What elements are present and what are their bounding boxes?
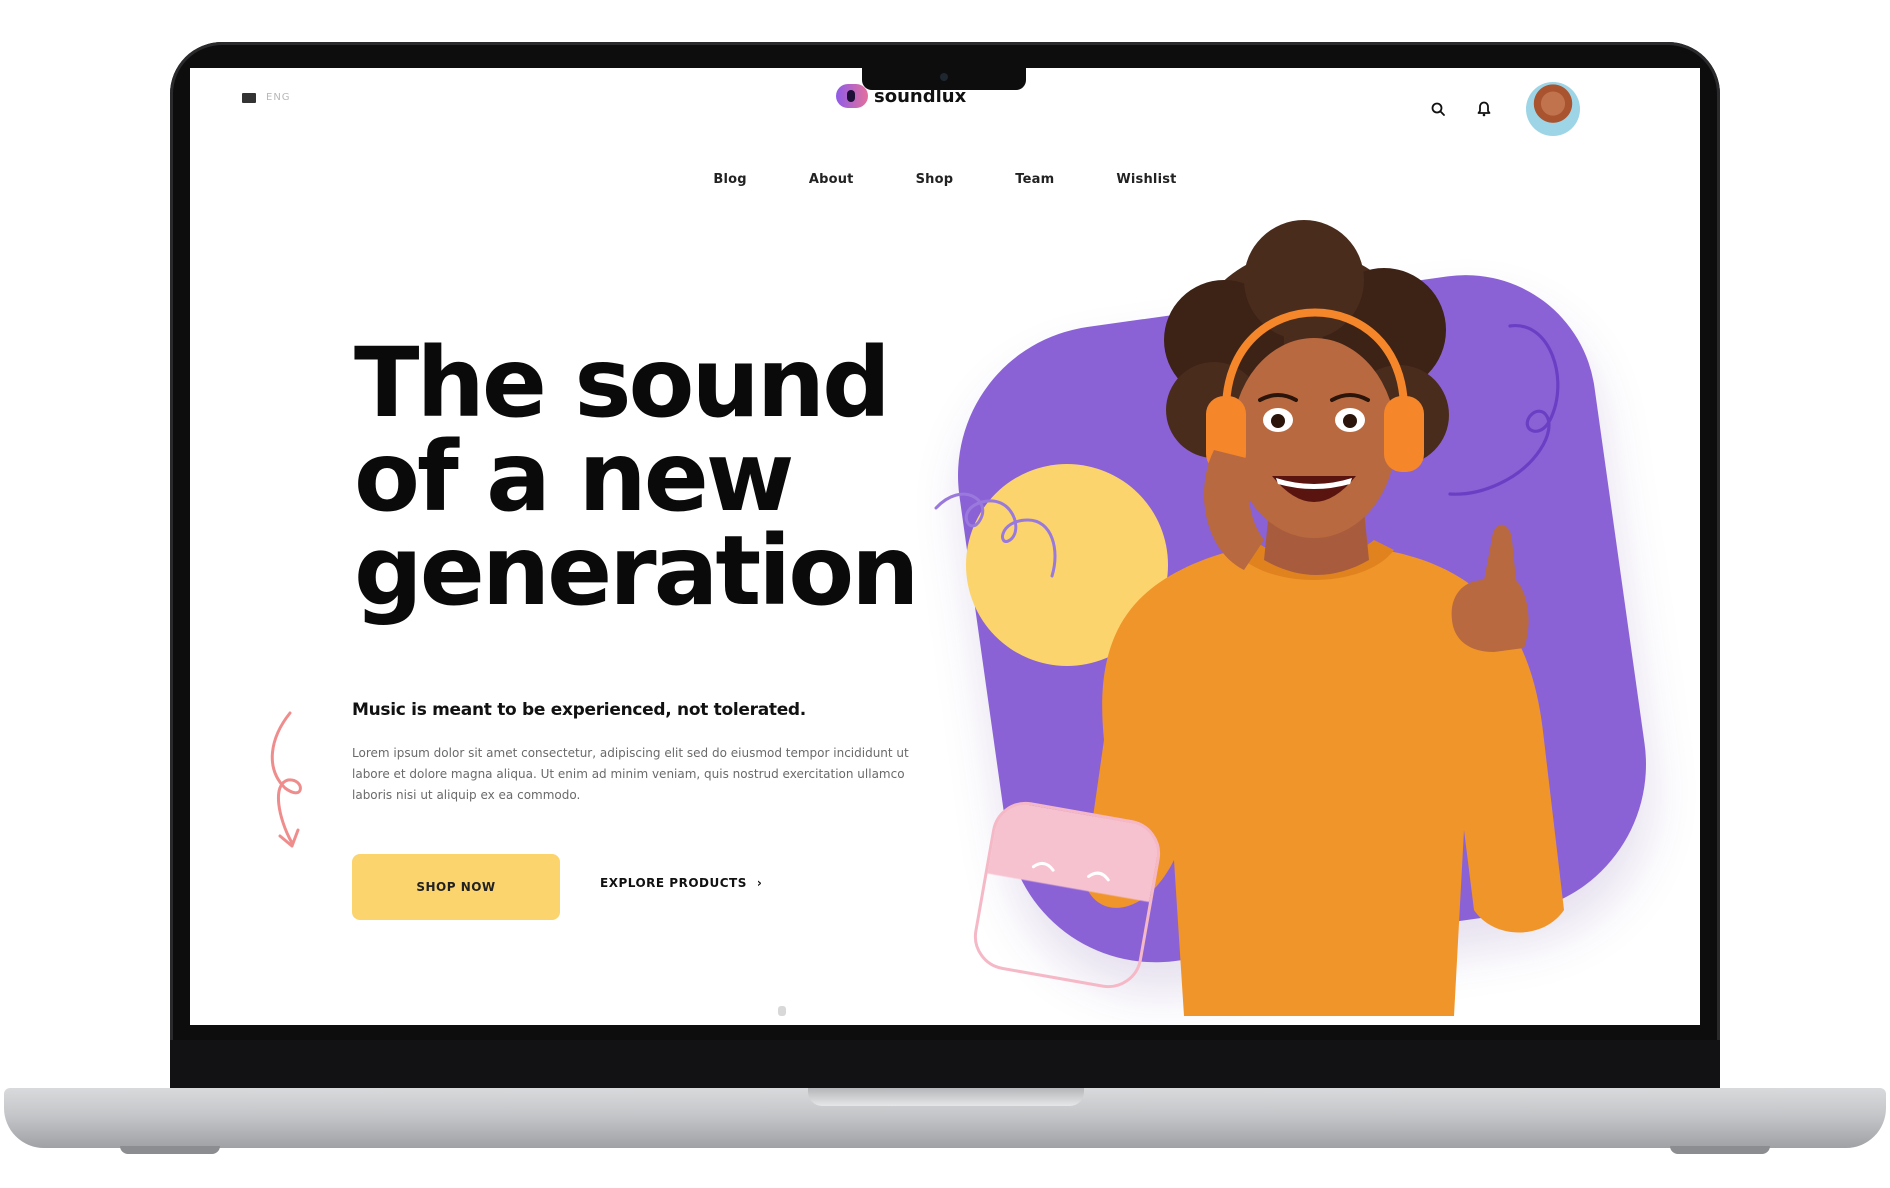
laptop-foot-right	[1670, 1146, 1770, 1154]
shop-now-button[interactable]: SHOP NOW	[352, 854, 560, 920]
squiggle-decoration-left	[934, 492, 1057, 578]
laptop-trackpad-notch	[808, 1088, 1084, 1106]
scroll-indicator[interactable]	[778, 1006, 786, 1016]
hero-subtitle: Music is meant to be experienced, not to…	[352, 700, 806, 720]
smile-eyes-icon	[1031, 861, 1110, 882]
camera-notch	[862, 66, 1026, 90]
hero-body: Lorem ipsum dolor sit amet consectetur, …	[352, 746, 909, 802]
flag-icon	[242, 92, 256, 103]
logo-mark-icon	[836, 84, 868, 108]
arrow-right-icon: ›	[756, 876, 763, 890]
nav-item-shop[interactable]: Shop	[916, 172, 954, 187]
language-label: ENG	[266, 92, 291, 103]
laptop-foot-left	[120, 1146, 220, 1154]
bell-icon	[1477, 101, 1491, 117]
main-nav: Blog About Shop Team Wishlist	[190, 172, 1700, 187]
hero-title: The sound of a new generation	[354, 327, 920, 627]
explore-products-label: EXPLORE PRODUCTS	[600, 876, 747, 890]
header-actions	[1428, 82, 1580, 136]
search-icon	[1431, 102, 1445, 116]
avatar[interactable]	[1526, 82, 1580, 136]
pink-face-shape	[968, 796, 1166, 994]
explore-products-link[interactable]: EXPLORE PRODUCTS ›	[600, 876, 762, 890]
nav-item-blog[interactable]: Blog	[713, 172, 746, 187]
search-button[interactable]	[1428, 99, 1448, 119]
nav-item-about[interactable]: About	[809, 172, 854, 187]
nav-item-wishlist[interactable]: Wishlist	[1116, 172, 1176, 187]
language-selector[interactable]: ENG	[242, 92, 291, 103]
website-screen: ENG soundlux Blog About Shop Team Wishli…	[190, 68, 1700, 1025]
camera-icon	[940, 73, 948, 81]
laptop-bezel-bottom	[170, 1040, 1720, 1088]
nav-item-team[interactable]: Team	[1015, 172, 1054, 187]
notifications-button[interactable]	[1474, 99, 1494, 119]
curly-arrow-decoration	[270, 711, 302, 848]
